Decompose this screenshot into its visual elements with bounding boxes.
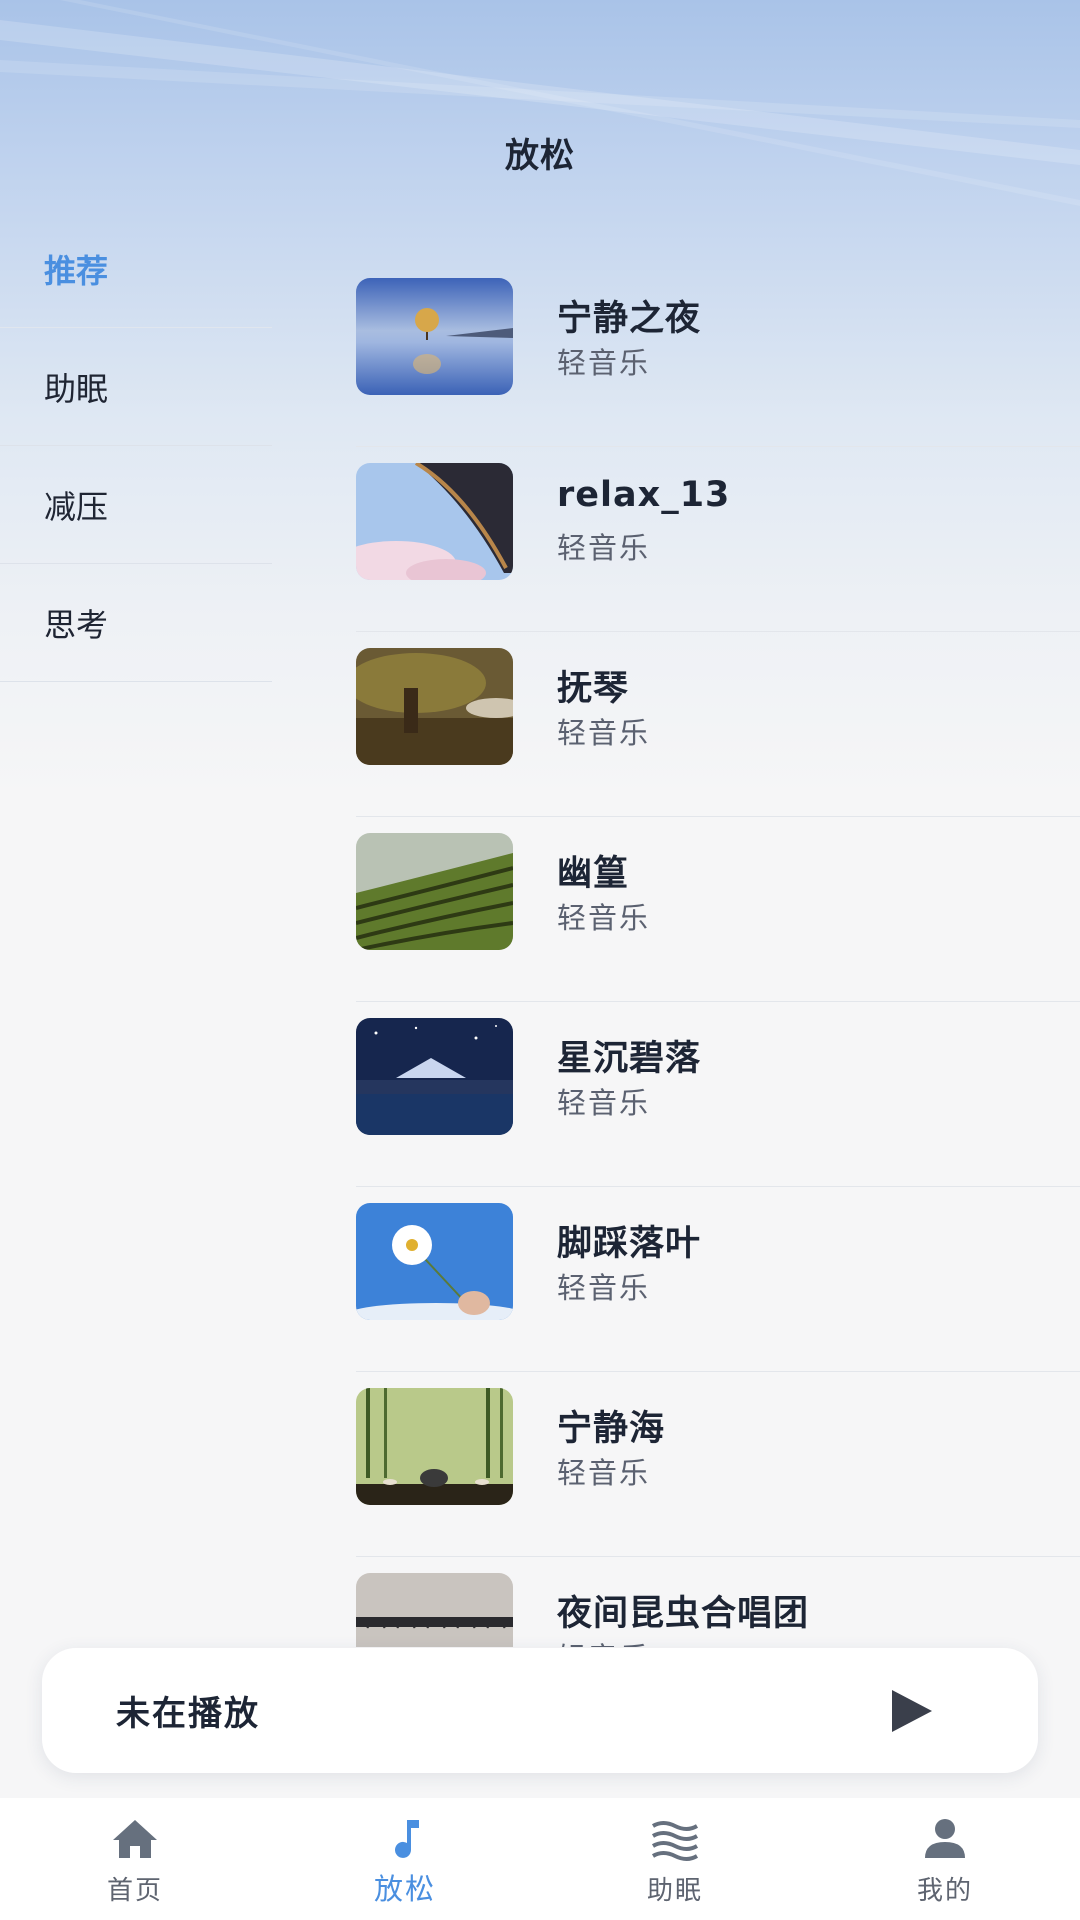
sidebar-item-recommend[interactable]: 推荐 xyxy=(0,210,272,328)
track-title: 夜间昆虫合唱团 xyxy=(557,1594,810,1634)
page-title: 放松 xyxy=(505,136,575,176)
track-title: 宁静之夜 xyxy=(557,299,702,339)
sidebar-item-label: 减压 xyxy=(44,487,109,526)
category-sidebar: 推荐 助眠 减压 思考 xyxy=(0,210,272,682)
tab-label: 助眠 xyxy=(646,1876,703,1906)
track-subtitle: 轻音乐 xyxy=(557,1271,651,1305)
track-subtitle: 轻音乐 xyxy=(557,531,651,565)
tab-sleep[interactable]: 助眠 xyxy=(540,1798,810,1920)
tab-label: 我的 xyxy=(916,1876,973,1906)
sidebar-item-label: 思考 xyxy=(44,605,109,644)
track-subtitle: 轻音乐 xyxy=(557,1086,651,1120)
home-icon xyxy=(113,1820,157,1858)
track-subtitle: 轻音乐 xyxy=(557,901,651,935)
relax-screen: 放松 推荐 助眠 减压 思考 宁静之夜 轻音乐 relax_13 轻音乐 抚琴 … xyxy=(0,0,1080,1920)
track-subtitle: 轻音乐 xyxy=(557,716,651,750)
track-subtitle: 轻音乐 xyxy=(557,1456,651,1490)
sidebar-item-label: 推荐 xyxy=(44,251,109,290)
track-list[interactable]: 宁静之夜 轻音乐 relax_13 轻音乐 抚琴 轻音乐 幽篁 轻音乐 星沉碧落… xyxy=(356,262,1080,1647)
track-item[interactable]: 星沉碧落 轻音乐 xyxy=(356,1002,1080,1187)
track-subtitle: 轻音乐 xyxy=(557,1635,650,1647)
sidebar-item-sleep[interactable]: 助眠 xyxy=(0,328,272,446)
bottom-tab-bar: 首页 放松 助眠 我的 xyxy=(0,1798,1080,1920)
track-cover-image xyxy=(356,1573,513,1647)
track-cover-image xyxy=(356,1203,513,1320)
track-title: 抚琴 xyxy=(557,669,630,709)
player-status: 未在播放 xyxy=(116,1694,260,1734)
tab-mine[interactable]: 我的 xyxy=(810,1798,1080,1920)
track-item[interactable]: 脚踩落叶 轻音乐 xyxy=(356,1187,1080,1372)
music-note-icon xyxy=(395,1820,419,1858)
track-cover-image xyxy=(356,463,513,580)
waves-icon xyxy=(651,1821,699,1861)
track-item[interactable]: 抚琴 轻音乐 xyxy=(356,632,1080,817)
sidebar-item-thinking[interactable]: 思考 xyxy=(0,564,272,682)
tab-label: 放松 xyxy=(373,1872,436,1906)
person-icon xyxy=(925,1819,965,1858)
track-title: 星沉碧落 xyxy=(557,1039,702,1079)
track-cover-image xyxy=(356,833,513,950)
track-item[interactable]: 宁静海 轻音乐 xyxy=(356,1372,1080,1557)
track-subtitle: 轻音乐 xyxy=(557,346,651,380)
track-item[interactable]: 幽篁 轻音乐 xyxy=(356,817,1080,1002)
play-icon xyxy=(892,1689,932,1732)
track-cover-image xyxy=(356,278,513,395)
tab-label: 首页 xyxy=(106,1876,163,1906)
track-title: relax_13 xyxy=(557,475,731,515)
play-button[interactable] xyxy=(876,1676,946,1746)
track-title: 脚踩落叶 xyxy=(557,1224,702,1264)
sidebar-item-label: 助眠 xyxy=(44,369,109,408)
tab-relax[interactable]: 放松 xyxy=(270,1798,540,1920)
mini-player[interactable]: 未在播放 xyxy=(42,1648,1038,1773)
track-item[interactable]: relax_13 轻音乐 xyxy=(356,447,1080,632)
track-item[interactable]: 宁静之夜 轻音乐 xyxy=(356,262,1080,447)
track-cover-image xyxy=(356,1018,513,1135)
sidebar-item-stress-relief[interactable]: 减压 xyxy=(0,446,272,564)
track-title: 幽篁 xyxy=(557,854,630,894)
track-item[interactable]: 夜间昆虫合唱团 轻音乐 xyxy=(356,1557,1080,1647)
track-cover-image xyxy=(356,648,513,765)
tab-home[interactable]: 首页 xyxy=(0,1798,270,1920)
track-cover-image xyxy=(356,1388,513,1505)
track-title: 宁静海 xyxy=(557,1409,666,1449)
